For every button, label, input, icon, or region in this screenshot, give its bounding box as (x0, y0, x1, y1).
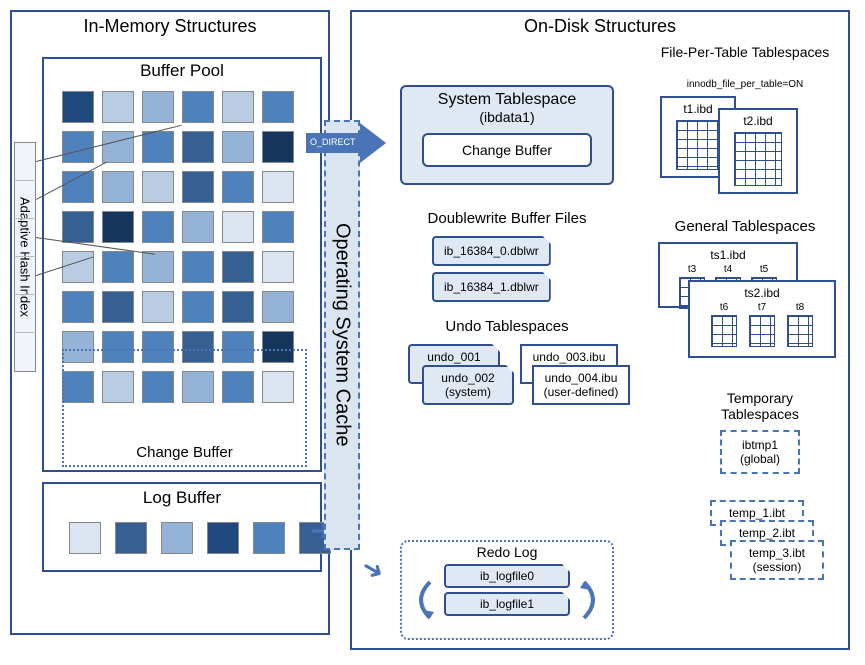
buffer-pool-page (62, 91, 94, 123)
t2-ibd: t2.ibd (718, 108, 798, 194)
table-icon (711, 315, 737, 347)
buffer-pool-page (222, 91, 254, 123)
buffer-pool-page (142, 91, 174, 123)
change-buffer-label: Change Buffer (64, 444, 305, 461)
ahi-divider (14, 180, 36, 181)
fpt-sub: innodb_file_per_table=ON (650, 79, 840, 90)
table-icon (676, 120, 720, 170)
log-buffer: Log Buffer (42, 482, 322, 572)
cycle-arrow-icon (576, 578, 606, 622)
in-memory-structures: In-Memory Structures Buffer Pool Change … (10, 10, 330, 635)
buffer-pool-page (222, 171, 254, 203)
buffer-pool-page (62, 211, 94, 243)
o-direct-arrow: O_DIRECT (306, 123, 386, 163)
buffer-pool-page (62, 291, 94, 323)
ahi-divider (14, 218, 36, 219)
os-cache: Operating System Cache (324, 120, 360, 550)
buffer-pool-page (142, 291, 174, 323)
buffer-pool-page (222, 211, 254, 243)
buffer-pool-page (62, 251, 94, 283)
adaptive-hash-index: Adaptive Hash Index (14, 142, 36, 372)
sys-change-buffer: Change Buffer (422, 133, 592, 167)
undo-file-002: undo_002 (system) (422, 365, 514, 405)
buffer-pool-page (262, 211, 294, 243)
log-buffer-page (115, 522, 147, 554)
buffer-pool-page (182, 131, 214, 163)
o-direct-label: O_DIRECT (310, 137, 356, 147)
buffer-pool-page (142, 171, 174, 203)
buffer-pool-page (182, 91, 214, 123)
buffer-pool-page (142, 131, 174, 163)
table-icon (734, 132, 782, 186)
log-buffer-page (69, 522, 101, 554)
buffer-pool-page (262, 91, 294, 123)
in-memory-title: In-Memory Structures (12, 12, 328, 41)
buffer-pool-page (182, 251, 214, 283)
ahi-divider (14, 256, 36, 257)
dblwr-file-0: ib_16384_0.dblwr (432, 236, 551, 266)
buffer-pool-page (182, 211, 214, 243)
redo-file-1: ib_logfile1 (444, 592, 570, 616)
buffer-pool-page (142, 251, 174, 283)
ahi-divider (14, 294, 36, 295)
ts2-ibd: ts2.ibd t6 t7 t8 (688, 280, 836, 358)
ibtmp1: ibtmp1 (global) (720, 430, 800, 474)
table-icon (787, 315, 813, 347)
general-title: General Tablespaces (650, 218, 840, 235)
doublewrite-title: Doublewrite Buffer Files (400, 210, 614, 227)
buffer-pool-page (182, 291, 214, 323)
redo-title: Redo Log (402, 544, 612, 560)
ahi-divider (14, 332, 36, 333)
dblwr-file-1: ib_16384_1.dblwr (432, 272, 551, 302)
buffer-pool: Buffer Pool Change Buffer (42, 57, 322, 472)
fpt-title: File-Per-Table Tablespaces (650, 44, 840, 60)
log-buffer-page (207, 522, 239, 554)
undo-title: Undo Tablespaces (400, 318, 614, 335)
buffer-pool-page (102, 91, 134, 123)
on-disk-title: On-Disk Structures (352, 12, 848, 41)
temp-3: temp_3.ibt (session) (730, 540, 824, 580)
system-tablespace: System Tablespace (ibdata1) Change Buffe… (400, 85, 614, 185)
buffer-pool-page (102, 131, 134, 163)
buffer-pool-page (102, 251, 134, 283)
buffer-pool-page (222, 131, 254, 163)
buffer-pool-page (102, 211, 134, 243)
log-buffer-page (161, 522, 193, 554)
log-buffer-title: Log Buffer (44, 488, 320, 508)
log-buffer-page (253, 522, 285, 554)
buffer-pool-page (222, 251, 254, 283)
buffer-pool-page (182, 171, 214, 203)
redo-file-0: ib_logfile0 (444, 564, 570, 588)
buffer-pool-page (262, 251, 294, 283)
redo-log: Redo Log ib_logfile0 ib_logfile1 (400, 540, 614, 640)
buffer-pool-title: Buffer Pool (44, 59, 320, 83)
buffer-pool-page (262, 131, 294, 163)
change-buffer-region: Change Buffer (62, 349, 307, 467)
buffer-pool-page (222, 291, 254, 323)
buffer-pool-page (262, 171, 294, 203)
buffer-pool-page (142, 211, 174, 243)
buffer-pool-page (102, 171, 134, 203)
table-icon (749, 315, 775, 347)
cycle-arrow-icon (408, 578, 438, 622)
log-buffer-row (69, 522, 331, 554)
temp-title: Temporary Tablespaces (690, 390, 830, 422)
sys-tablespace-sub: (ibdata1) (402, 109, 612, 125)
buffer-pool-page (102, 291, 134, 323)
buffer-pool-page (262, 291, 294, 323)
sys-tablespace-title: System Tablespace (402, 91, 612, 109)
undo-file-004: undo_004.ibu (user-defined) (532, 365, 630, 405)
